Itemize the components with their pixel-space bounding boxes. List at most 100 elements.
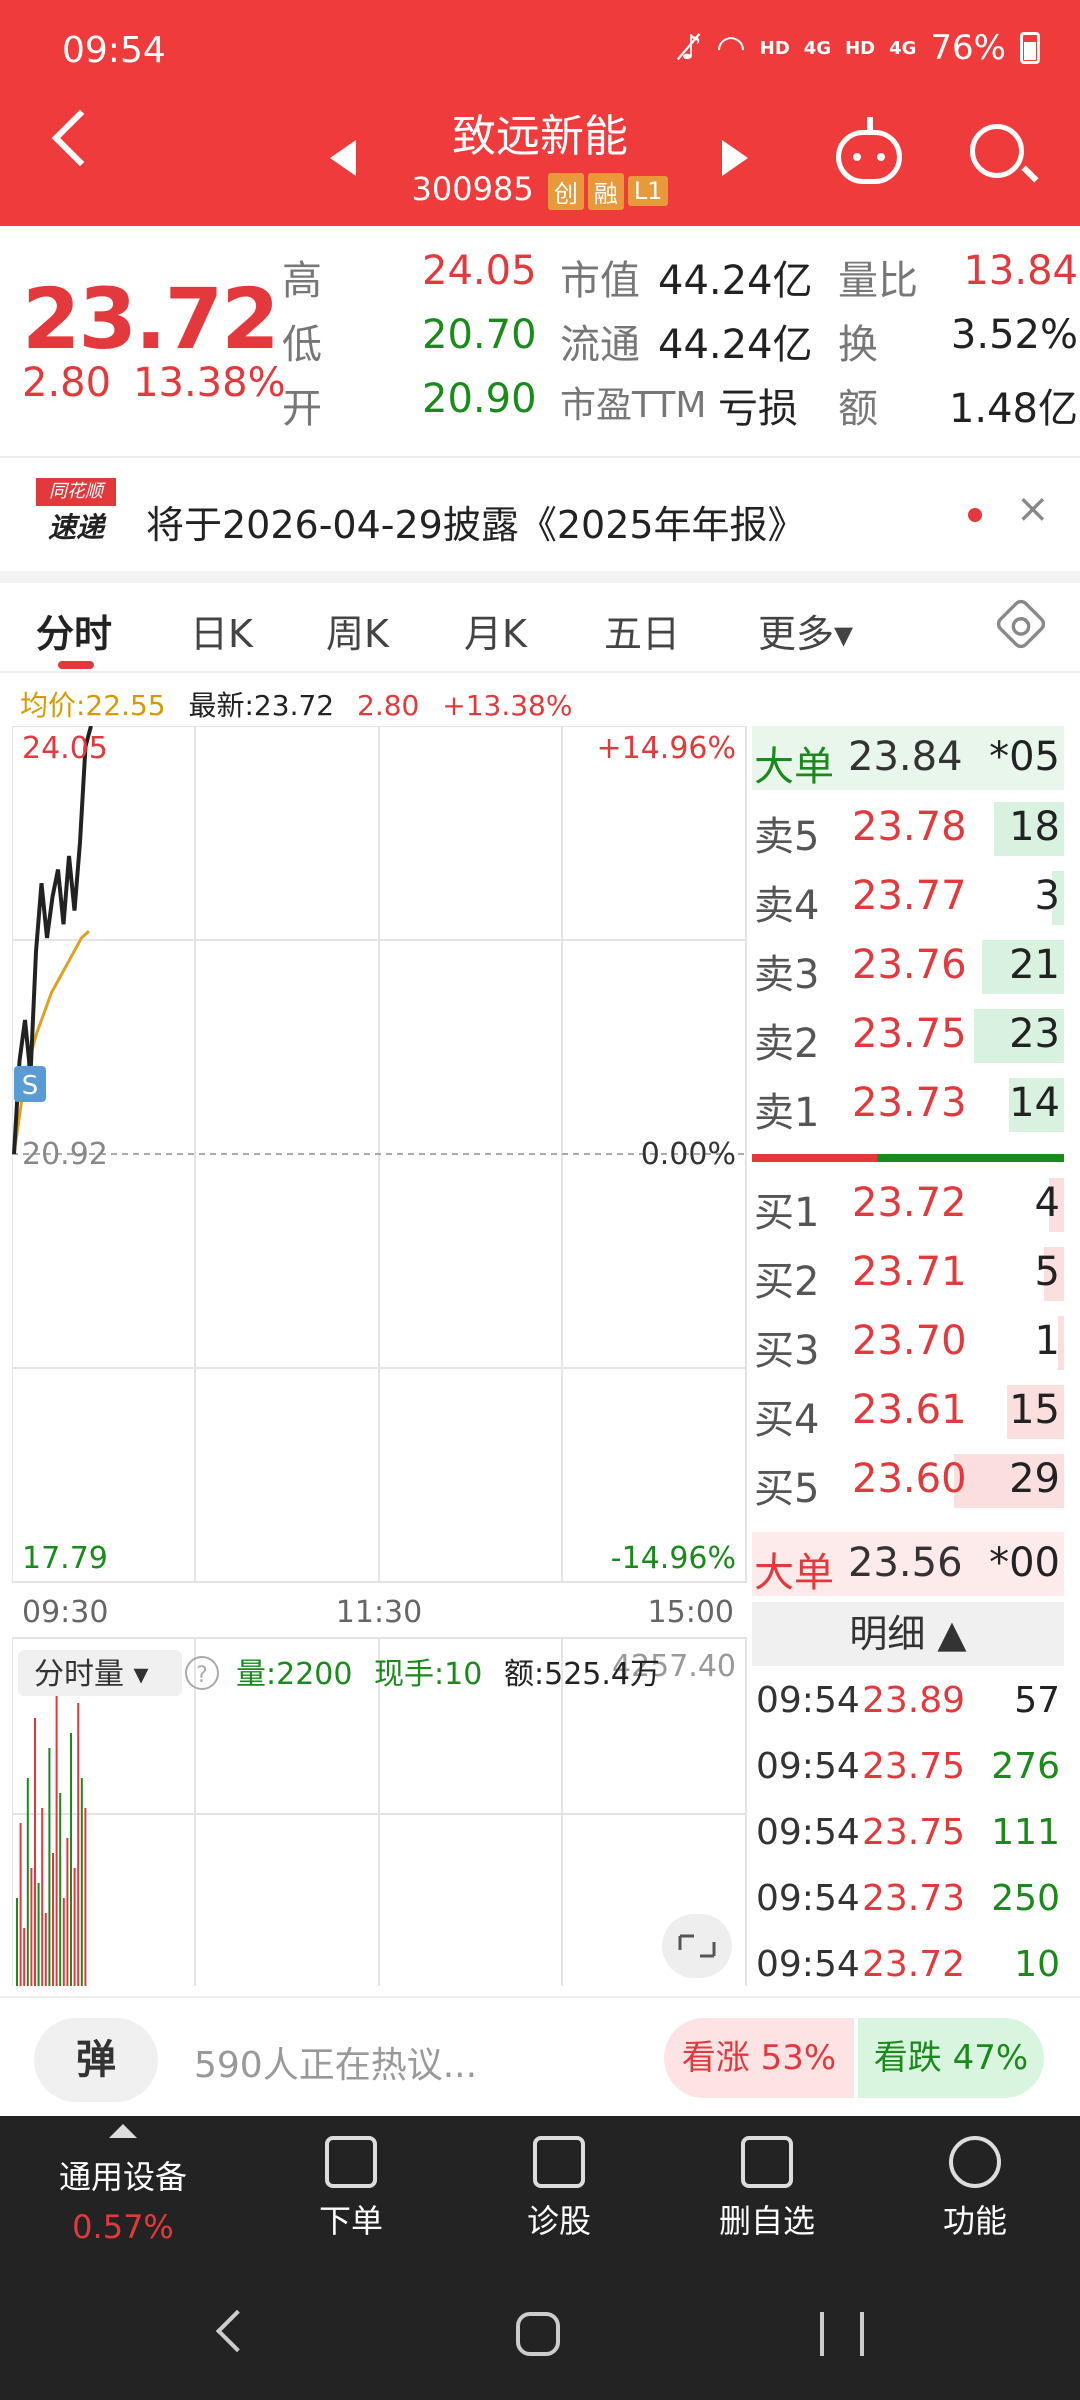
tick-volume: 57: [1014, 1680, 1060, 1721]
tab-five-day[interactable]: 五日: [604, 603, 680, 658]
level-label: 卖5: [754, 814, 820, 860]
level-label: 买1: [754, 1190, 820, 1236]
order-tool[interactable]: 下单: [276, 2136, 426, 2242]
base-price-label: 20.92: [22, 1137, 108, 1172]
big-buy-label: 大单: [754, 1550, 834, 1596]
intraday-chart[interactable]: 24.05 +14.96% 20.92 0.00% 17.79 -14.96% …: [12, 726, 748, 1986]
diagnose-tool[interactable]: 诊股: [484, 2136, 634, 2242]
volume-ratio-label: 量比: [838, 258, 918, 304]
unread-dot: [968, 508, 982, 522]
volume-bar: [48, 1748, 51, 1986]
tab-more[interactable]: 更多▾: [758, 603, 853, 658]
nav-home-icon[interactable]: [516, 2312, 560, 2356]
tag-l1: L1: [627, 176, 669, 206]
level-label: 卖2: [754, 1021, 820, 1067]
volume-selector-label[interactable]: 分时量 ▾: [34, 1657, 149, 1692]
bid-row[interactable]: 买3 23.70 1: [752, 1310, 1064, 1374]
status-time: 09:54: [62, 30, 166, 71]
level-label: 买2: [754, 1259, 820, 1305]
bearish-button[interactable]: 看跌 47%: [858, 2018, 1044, 2098]
notice-banner[interactable]: 同花顺 速递 将于2026-04-29披露《2025年年报》 ×: [0, 456, 1080, 571]
nav-back-icon[interactable]: [215, 2309, 259, 2353]
tick-price: 23.75: [862, 1746, 966, 1787]
device-label: 通用设备: [58, 2158, 187, 2196]
detail-header[interactable]: 明细 ▲: [752, 1602, 1064, 1666]
tag-rong: 融: [587, 172, 624, 210]
tab-weekly-k[interactable]: 周K: [326, 603, 389, 658]
tab-daily-k[interactable]: 日K: [190, 603, 253, 658]
amount-value: 1.48亿: [948, 386, 1078, 432]
level-price: 23.75: [852, 1011, 967, 1057]
volume-bar: [26, 1778, 29, 1986]
volume-bar: [30, 1868, 33, 1986]
ask-bid-ratio-bar: [752, 1154, 1064, 1162]
battery-percent: 76%: [930, 28, 1006, 68]
device-tool[interactable]: 通用设备 0.57%: [48, 2124, 198, 2246]
pe-label: 市盈TTM: [560, 385, 707, 426]
nav-recents-icon[interactable]: [820, 2312, 864, 2356]
float-label: 流通: [560, 322, 640, 368]
level-label: 买5: [754, 1466, 820, 1512]
danmu-button[interactable]: 弹: [34, 2018, 158, 2102]
tab-intraday[interactable]: 分时: [36, 603, 112, 658]
ask-row[interactable]: 卖2 23.75 23: [752, 1003, 1064, 1067]
average-price-line: [12, 930, 91, 1155]
volume-bars: [16, 1688, 87, 1986]
tick-volume: 276: [991, 1746, 1060, 1787]
level-price: 23.60: [852, 1456, 967, 1502]
tab-monthly-k[interactable]: 月K: [464, 603, 527, 658]
bullish-button[interactable]: 看涨 53%: [664, 2018, 854, 2098]
mcap-label: 市值: [560, 258, 640, 304]
latest-price: 最新:23.72: [188, 689, 335, 722]
volume-value: 量:2200: [236, 1657, 352, 1692]
chart-tabs: 分时 日K 周K 月K 五日 更多▾: [0, 583, 1080, 673]
bid-row[interactable]: 买2 23.71 5: [752, 1241, 1064, 1305]
turnover-amount: 额:525.4万: [504, 1657, 660, 1692]
ask-row[interactable]: 卖3 23.76 21: [752, 934, 1064, 998]
level-label: 买4: [754, 1397, 820, 1443]
settings-icon[interactable]: [993, 596, 1049, 652]
search-icon[interactable]: [970, 124, 1024, 178]
logo-bottom-text: 速递: [47, 511, 104, 544]
price-change: 2.80 13.38%: [22, 360, 308, 406]
tick-row: 09:54 23.75 276: [752, 1736, 1064, 1802]
bid-row[interactable]: 买4 23.61 15: [752, 1379, 1064, 1443]
hand-value: 现手:10: [374, 1657, 482, 1692]
notice-text[interactable]: 将于2026-04-29披露《2025年年报》: [146, 494, 806, 549]
robot-icon[interactable]: [836, 117, 902, 184]
mute-icon: ♪̸: [680, 28, 703, 68]
signal-4g-label-2: 4G: [889, 37, 917, 59]
tick-volume: 250: [991, 1878, 1060, 1919]
close-icon[interactable]: ×: [1016, 486, 1050, 532]
active-tab-indicator: [58, 661, 94, 669]
comment-input[interactable]: 590人正在热议...: [194, 2036, 477, 2088]
comment-bar: 弹 590人正在热议... 看涨 53% 看跌 47%: [0, 1996, 1080, 2116]
fullscreen-icon[interactable]: [662, 1914, 732, 1978]
ask-row[interactable]: 卖4 23.77 3: [752, 865, 1064, 929]
function-tool[interactable]: 功能: [900, 2136, 1050, 2242]
big-buy-qty: *00: [989, 1540, 1060, 1586]
remove-watchlist-tool[interactable]: 删自选: [692, 2136, 842, 2242]
level-qty: 4: [1034, 1180, 1060, 1226]
chart-info-row: 均价:22.55 最新:23.72 2.80 +13.38%: [20, 684, 586, 724]
change-percent: 13.38%: [133, 360, 286, 406]
bottom-pct-label: -14.96%: [611, 1541, 736, 1576]
status-icons: ♪̸ ◠ HD 4G HD 4G 76%: [680, 28, 1040, 68]
volume-ratio-value: 13.84: [963, 248, 1078, 294]
ask-row[interactable]: 卖1 23.73 14: [752, 1072, 1064, 1136]
bid-row[interactable]: 买5 23.60 29: [752, 1448, 1064, 1512]
bottom-toolbar: 通用设备 0.57% 下单 诊股 删自选 功能: [0, 2116, 1080, 2276]
big-sell-qty: *05: [989, 734, 1060, 780]
level-qty: 3: [1034, 873, 1060, 919]
turnover-label: 换: [838, 322, 878, 368]
remove-watchlist-label: 删自选: [718, 2202, 815, 2240]
tick-time: 09:54: [756, 1812, 860, 1853]
bid-row[interactable]: 买1 23.72 4: [752, 1172, 1064, 1236]
bottom-price-label: 17.79: [22, 1541, 108, 1576]
ask-row[interactable]: 卖5 23.78 18: [752, 796, 1064, 860]
divider: [0, 571, 1080, 583]
menu-icon: [949, 2136, 1001, 2188]
open-label: 开: [282, 386, 322, 432]
next-stock-icon[interactable]: [722, 140, 748, 176]
high-label: 高: [282, 258, 322, 304]
